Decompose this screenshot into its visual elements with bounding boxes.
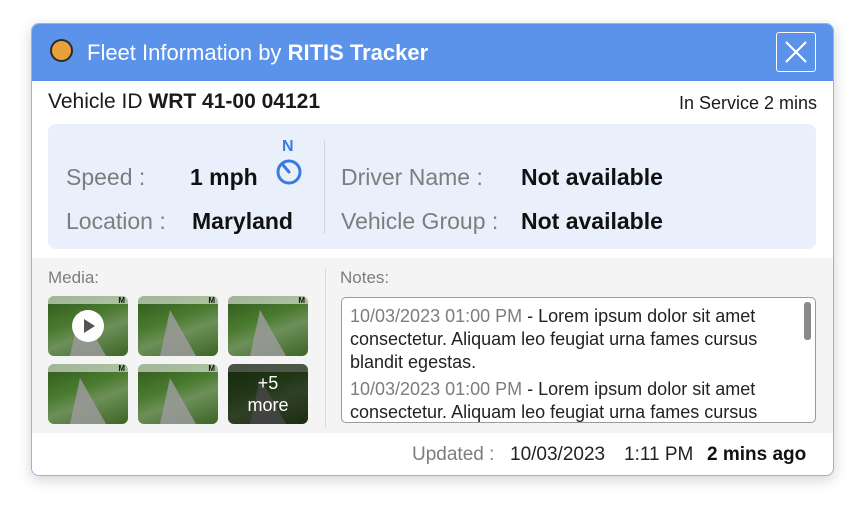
speed-label: Speed : bbox=[66, 164, 146, 190]
vehicle-id-label: Vehicle ID bbox=[48, 90, 143, 113]
section-divider bbox=[325, 268, 326, 428]
title-prefix: Fleet Information by bbox=[87, 40, 282, 65]
popup-header: Fleet Information by RITIS Tracker bbox=[32, 24, 833, 81]
note-item: 10/03/2023 01:00 PM - Lorem ipsum dolor … bbox=[350, 305, 800, 374]
note-timestamp: 10/03/2023 01:00 PM bbox=[350, 379, 523, 399]
popup-footer: Updated : 10/03/2023 1:11 PM 2 mins ago bbox=[32, 433, 833, 475]
status-indicator-icon bbox=[50, 39, 73, 62]
info-divider bbox=[324, 140, 325, 234]
camera-tag: M bbox=[118, 364, 125, 373]
compass-heading: N bbox=[274, 138, 304, 188]
more-count: +5 bbox=[257, 373, 279, 393]
location-value: Maryland bbox=[192, 208, 293, 234]
heading-label: N bbox=[282, 138, 294, 155]
media-more-button[interactable]: +5 more bbox=[228, 364, 308, 424]
media-thumbnail[interactable]: M bbox=[48, 364, 128, 424]
updated-ago: 2 mins ago bbox=[707, 444, 807, 465]
driver-label: Driver Name : bbox=[341, 164, 483, 190]
media-thumbnail[interactable]: M bbox=[138, 364, 218, 424]
notes-scrollbar[interactable] bbox=[804, 302, 811, 418]
more-text: more bbox=[247, 395, 289, 415]
note-item: 10/03/2023 01:00 PM - Lorem ipsum dolor … bbox=[350, 378, 800, 422]
media-thumbnail[interactable]: M bbox=[138, 296, 218, 356]
title-brand: RITIS Tracker bbox=[287, 40, 429, 65]
close-icon bbox=[785, 41, 807, 63]
vehicle-group-label: Vehicle Group : bbox=[341, 208, 499, 234]
note-timestamp: 10/03/2023 01:00 PM bbox=[350, 306, 523, 326]
notes-list[interactable]: 10/03/2023 01:00 PM - Lorem ipsum dolor … bbox=[341, 297, 816, 423]
media-thumbnail[interactable]: M bbox=[228, 296, 308, 356]
camera-tag: M bbox=[208, 364, 215, 373]
vehicle-info-panel: Speed : 1 mph N Location : Maryland Driv… bbox=[48, 124, 816, 249]
compass-icon bbox=[276, 159, 302, 185]
service-status: In Service 2 mins bbox=[678, 93, 817, 113]
updated-date: 10/03/2023 bbox=[510, 444, 606, 465]
camera-tag: M bbox=[298, 296, 305, 305]
popup-title: Fleet Information by RITIS Tracker bbox=[87, 39, 428, 66]
close-button[interactable] bbox=[776, 32, 816, 72]
vehicle-id-value: WRT 41-00 04121 bbox=[148, 90, 320, 113]
driver-value: Not available bbox=[521, 164, 663, 190]
media-notes-section: Media: M M M M M +5 more Notes: 10/03/20… bbox=[32, 258, 833, 433]
fleet-info-popup: Fleet Information by RITIS Tracker Vehic… bbox=[31, 23, 834, 476]
more-media-overlay: +5 more bbox=[228, 364, 308, 424]
notes-label: Notes: bbox=[340, 268, 390, 287]
vehicle-group-value: Not available bbox=[521, 208, 663, 234]
camera-tag: M bbox=[118, 296, 125, 305]
updated-label: Updated : bbox=[412, 444, 495, 465]
location-label: Location : bbox=[66, 208, 166, 234]
camera-tag: M bbox=[208, 296, 215, 305]
media-video-thumbnail[interactable]: M bbox=[48, 296, 128, 356]
media-label: Media: bbox=[48, 268, 100, 287]
play-icon[interactable] bbox=[72, 310, 104, 342]
vehicle-id: Vehicle ID WRT 41-00 04121 bbox=[48, 90, 320, 114]
notes-scrollbar-thumb[interactable] bbox=[804, 302, 811, 340]
updated-time: 1:11 PM bbox=[624, 444, 694, 465]
speed-value: 1 mph bbox=[190, 164, 258, 190]
